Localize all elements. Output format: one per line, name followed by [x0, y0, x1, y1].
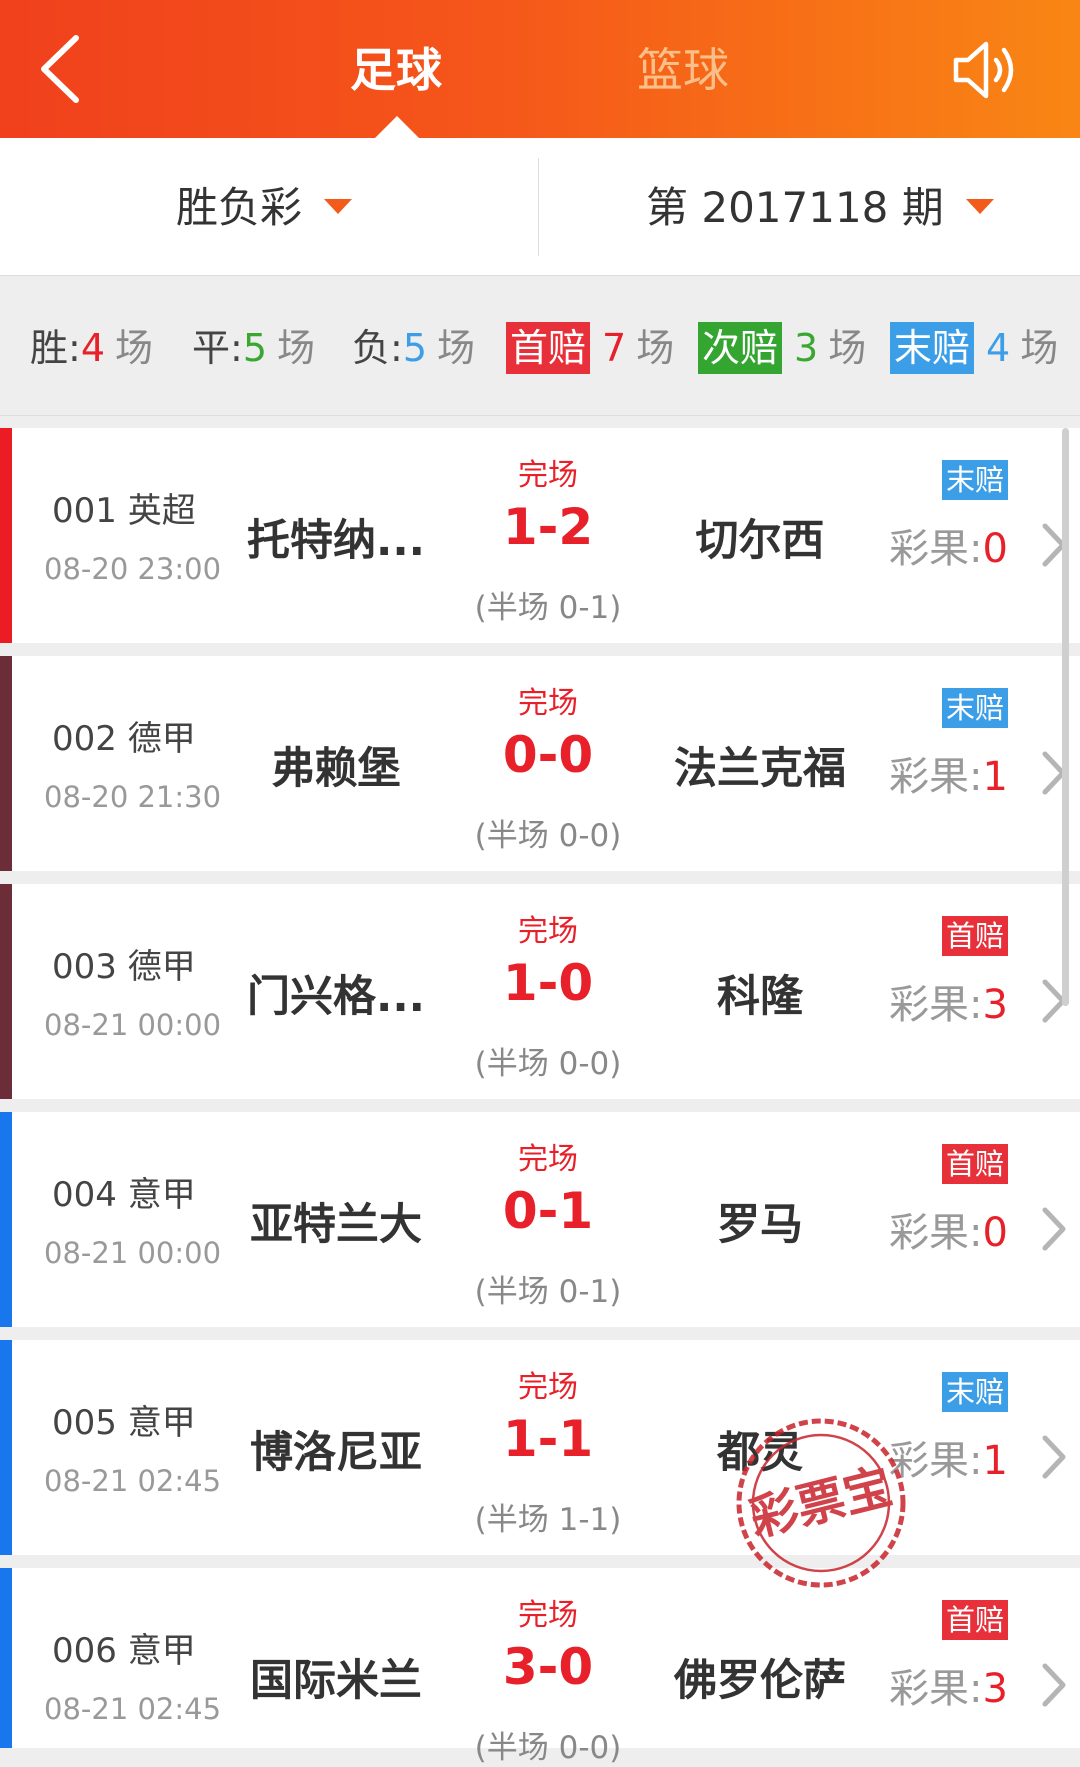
top-bar: 足球 篮球	[0, 0, 1080, 138]
match-status: 完场	[518, 1598, 578, 1633]
match-status: 完场	[518, 458, 578, 493]
second-odds-badge: 次赔	[698, 322, 783, 374]
lottery-result: 彩果:1	[889, 754, 1008, 800]
odds-badge: 首赔	[941, 916, 1008, 956]
home-team: 博洛尼亚	[250, 1428, 422, 1478]
match-card[interactable]: 001 英超 08-20 23:00 托特纳... 完场 1-2 (半场 0-1…	[0, 428, 1080, 643]
half-score: (半场 0-0)	[474, 1730, 622, 1766]
full-score: 1-0	[502, 954, 594, 1012]
match-code: 006 意甲	[52, 1631, 196, 1671]
active-tab-indicator	[375, 116, 419, 138]
league-color-bar	[0, 1340, 12, 1555]
scrollbar[interactable]	[1062, 428, 1069, 1006]
match-time: 08-21 02:45	[44, 1464, 222, 1498]
match-status: 完场	[518, 1142, 578, 1177]
full-score: 1-2	[502, 498, 594, 556]
match-card[interactable]: 003 德甲 08-21 00:00 门兴格... 完场 1-0 (半场 0-0…	[0, 884, 1080, 1099]
away-team: 佛罗伦萨	[674, 1656, 846, 1706]
home-team: 托特纳...	[246, 516, 425, 566]
lottery-result: 彩果:3	[889, 1666, 1008, 1712]
back-arrow-icon[interactable]	[36, 34, 86, 104]
filter-bar: 胜负彩 第 2017118 期	[0, 138, 1080, 276]
match-code: 003 德甲	[52, 947, 196, 987]
speaker-icon[interactable]	[952, 38, 1024, 102]
win-summary: 胜:4 场	[30, 326, 154, 370]
away-team: 科隆	[717, 972, 803, 1022]
full-score: 1-1	[502, 1410, 594, 1468]
odds-badge: 首赔	[941, 1144, 1008, 1184]
chevron-right-icon[interactable]	[1040, 1434, 1068, 1480]
lose-summary: 负:5 场	[352, 326, 476, 370]
match-time: 08-20 23:00	[44, 552, 222, 586]
league-color-bar	[0, 1112, 12, 1327]
league-color-bar	[0, 656, 12, 871]
half-score: (半场 0-1)	[474, 590, 622, 626]
first-odds-summary: 首赔 7 场	[506, 322, 674, 374]
full-score: 0-1	[502, 1182, 594, 1240]
match-code: 001 英超	[52, 491, 196, 531]
result-summary: 胜:4 场 平:5 场 负:5 场 首赔 7 场 次赔 3 场 末赔 4 场	[0, 276, 1080, 416]
chevron-right-icon[interactable]	[1040, 1662, 1068, 1708]
odds-badge: 末赔	[941, 460, 1008, 500]
away-team: 罗马	[717, 1200, 803, 1250]
filter-divider	[538, 158, 539, 256]
caipiaobao-stamp-icon: 彩票宝	[736, 1418, 906, 1588]
draw-summary: 平:5 场	[192, 326, 316, 370]
league-color-bar	[0, 884, 12, 1099]
lottery-result: 彩果:0	[889, 1210, 1008, 1256]
away-team: 切尔西	[695, 516, 825, 566]
tab-football[interactable]: 足球	[350, 38, 442, 102]
match-time: 08-21 02:45	[44, 1692, 222, 1726]
match-time: 08-21 00:00	[44, 1008, 222, 1042]
match-code: 004 意甲	[52, 1175, 196, 1215]
match-code: 002 德甲	[52, 719, 196, 759]
match-card[interactable]: 006 意甲 08-21 02:45 国际米兰 完场 3-0 (半场 0-0) …	[0, 1568, 1080, 1766]
tab-basketball[interactable]: 篮球	[637, 38, 729, 102]
odds-badge: 末赔	[941, 688, 1008, 728]
home-team: 亚特兰大	[250, 1200, 422, 1250]
first-odds-badge: 首赔	[506, 322, 591, 374]
match-card[interactable]: 005 意甲 08-21 02:45 博洛尼亚 完场 1-1 (半场 1-1) …	[0, 1340, 1080, 1555]
half-score: (半场 0-0)	[474, 1046, 622, 1082]
half-score: (半场 0-1)	[474, 1274, 622, 1310]
stamp-text: 彩票宝	[744, 1458, 897, 1547]
chevron-right-icon[interactable]	[1040, 1206, 1068, 1252]
match-status: 完场	[518, 1370, 578, 1405]
full-score: 0-0	[502, 726, 594, 784]
match-status: 完场	[518, 914, 578, 949]
match-time: 08-21 00:00	[44, 1236, 222, 1270]
half-score: (半场 1-1)	[474, 1502, 622, 1538]
last-odds-summary: 末赔 4 场	[890, 322, 1058, 374]
match-card[interactable]: 004 意甲 08-21 00:00 亚特兰大 完场 0-1 (半场 0-1) …	[0, 1112, 1080, 1327]
period-label: 第 2017118 期	[646, 183, 944, 232]
match-status: 完场	[518, 686, 578, 721]
second-odds-summary: 次赔 3 场	[698, 322, 866, 374]
home-team: 国际米兰	[250, 1656, 422, 1706]
lottery-type-dropdown[interactable]: 胜负彩	[176, 178, 353, 238]
match-card[interactable]: 002 德甲 08-20 21:30 弗赖堡 完场 0-0 (半场 0-0) 法…	[0, 656, 1080, 871]
dropdown-arrow-icon	[324, 199, 353, 214]
match-code: 005 意甲	[52, 1403, 196, 1443]
odds-badge: 末赔	[941, 1372, 1008, 1412]
period-dropdown[interactable]: 第 2017118 期	[646, 178, 994, 238]
lottery-result: 彩果:3	[889, 982, 1008, 1028]
lottery-type-label: 胜负彩	[176, 183, 303, 232]
odds-badge: 首赔	[941, 1600, 1008, 1640]
lottery-result: 彩果:0	[889, 526, 1008, 572]
home-team: 弗赖堡	[271, 744, 401, 794]
dropdown-arrow-icon	[965, 199, 994, 214]
away-team: 法兰克福	[674, 744, 846, 794]
league-color-bar	[0, 1568, 12, 1748]
full-score: 3-0	[502, 1638, 594, 1696]
last-odds-badge: 末赔	[890, 322, 975, 374]
league-color-bar	[0, 428, 12, 643]
match-time: 08-20 21:30	[44, 780, 222, 814]
home-team: 门兴格...	[246, 972, 425, 1022]
half-score: (半场 0-0)	[474, 818, 622, 854]
